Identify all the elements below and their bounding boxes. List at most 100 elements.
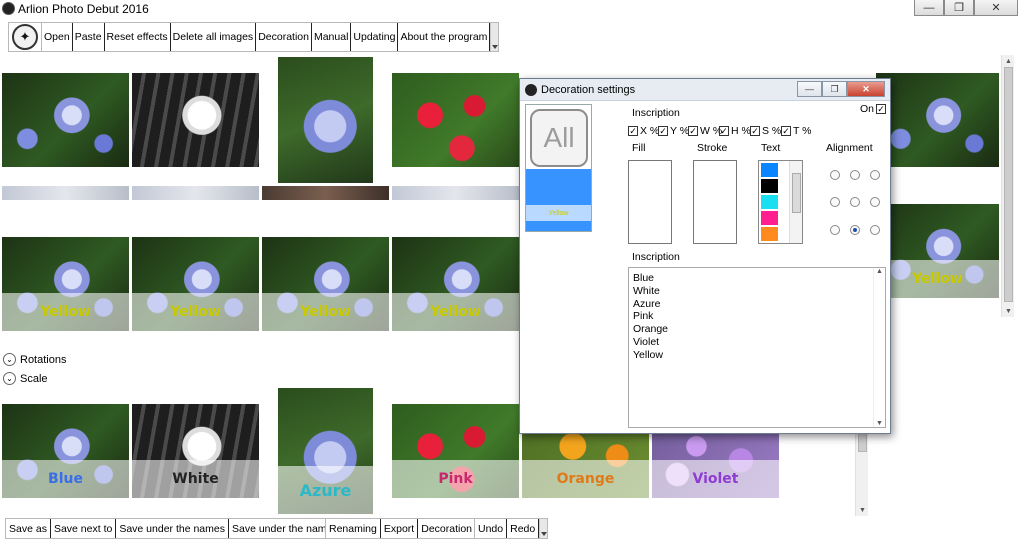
save-next-to-button[interactable]: Save next to [51, 519, 117, 538]
thumbnail-caption: Blue [2, 460, 129, 498]
x-percent-checkbox[interactable]: ✓ X % [628, 125, 659, 137]
preset-list[interactable]: All Yellow [525, 104, 592, 232]
blue-preset[interactable]: Yellow [526, 169, 591, 231]
w-percent-checkbox[interactable]: ✓ W % [688, 125, 722, 137]
color-swatch[interactable] [761, 179, 778, 193]
scroll-down-icon[interactable]: ▼ [876, 420, 883, 427]
list-scrollbar[interactable]: ▲ ▼ [873, 268, 885, 427]
align-bottom-right-radio[interactable] [870, 225, 880, 235]
delete-all-images-button[interactable]: Delete all images [170, 23, 257, 51]
checkbox-label: T % [793, 125, 812, 137]
camera-icon: ✦ [12, 24, 38, 50]
text-color-list[interactable] [758, 160, 803, 244]
scale-expander[interactable]: ⌄ Scale [3, 372, 48, 385]
scroll-up-icon[interactable]: ▲ [1002, 55, 1015, 67]
image-thumbnail[interactable]: Yellow [876, 204, 999, 298]
list-item[interactable]: Azure [633, 298, 668, 311]
image-thumbnail[interactable]: White [132, 404, 259, 498]
image-thumbnail[interactable] [876, 73, 999, 167]
align-top-right-radio[interactable] [870, 170, 880, 180]
decoration-button[interactable]: Decoration [256, 23, 312, 51]
color-swatch[interactable] [761, 195, 778, 209]
app-logo-button[interactable]: ✦ [9, 23, 42, 51]
check-icon: ✓ [628, 126, 638, 136]
t-percent-checkbox[interactable]: ✓ T % [781, 125, 811, 137]
align-top-center-radio[interactable] [850, 170, 860, 180]
on-checkbox[interactable]: On ✓ [860, 103, 888, 115]
color-swatch[interactable] [761, 163, 778, 177]
color-swatch[interactable] [761, 211, 778, 225]
image-thumbnail[interactable] [2, 73, 129, 167]
image-thumbnail[interactable]: Pink [392, 404, 519, 498]
toolbar-overflow-grip[interactable] [490, 23, 499, 51]
fill-color-list[interactable] [628, 160, 672, 244]
scrollbar-thumb[interactable] [792, 173, 801, 213]
manual-button[interactable]: Manual [311, 23, 352, 51]
scroll-down-icon[interactable]: ▼ [856, 504, 869, 516]
gallery-scrollbar[interactable]: ▲ ▼ [1001, 55, 1014, 317]
minimize-button[interactable]: — [914, 0, 944, 16]
dialog-maximize-button[interactable]: ❐ [822, 81, 847, 97]
scroll-down-icon[interactable]: ▼ [1002, 305, 1015, 317]
check-icon: ✓ [688, 126, 698, 136]
save-as-button[interactable]: Save as [6, 519, 51, 538]
reset-effects-button[interactable]: Reset effects [104, 23, 171, 51]
open-button[interactable]: Open [42, 23, 73, 51]
all-preset[interactable]: All [530, 109, 588, 167]
updating-button[interactable]: Updating [351, 23, 399, 51]
image-thumbnail[interactable]: Azure [278, 388, 373, 514]
dialog-minimize-button[interactable]: — [797, 81, 822, 97]
checkbox-label: H % [731, 125, 751, 137]
image-thumbnail[interactable] [392, 73, 519, 167]
color-swatch[interactable] [761, 227, 778, 241]
list-item[interactable]: Pink [633, 310, 668, 323]
align-bottom-center-radio[interactable] [850, 225, 860, 235]
redo-button[interactable]: Redo [507, 519, 540, 538]
renaming-button[interactable]: Renaming [326, 519, 381, 538]
palette-scrollbar[interactable] [789, 161, 802, 243]
scroll-up-icon[interactable]: ▲ [876, 268, 883, 275]
scrollbar-thumb[interactable] [1004, 67, 1013, 302]
image-strip [262, 186, 389, 200]
image-thumbnail[interactable] [278, 57, 373, 183]
align-middle-right-radio[interactable] [870, 197, 880, 207]
about-program-button[interactable]: About the program [398, 23, 491, 51]
list-item[interactable]: Yellow [633, 349, 668, 362]
undo-button[interactable]: Undo [475, 519, 508, 538]
export-button[interactable]: Export [381, 519, 419, 538]
lower-scrollbar[interactable]: ▼ [855, 420, 868, 516]
dialog-close-button[interactable]: ✕ [847, 81, 885, 97]
image-strip [2, 186, 129, 200]
image-thumbnail[interactable]: Yellow [392, 237, 519, 331]
align-middle-left-radio[interactable] [830, 197, 840, 207]
align-top-left-radio[interactable] [830, 170, 840, 180]
paste-button[interactable]: Paste [72, 23, 105, 51]
image-thumbnail[interactable] [132, 73, 259, 167]
alignment-label: Alignment [826, 142, 873, 154]
list-item[interactable]: White [633, 285, 668, 298]
toolbar-overflow-grip[interactable] [539, 519, 548, 538]
dialog-title-bar[interactable]: Decoration settings — ❐ ✕ [520, 79, 890, 101]
inscription-list[interactable]: Blue White Azure Pink Orange Violet Yell… [628, 267, 886, 428]
s-percent-checkbox[interactable]: ✓ S % [750, 125, 781, 137]
list-item[interactable]: Orange [633, 323, 668, 336]
restore-button[interactable]: ❐ [944, 0, 974, 16]
checkbox-label: X % [640, 125, 660, 137]
rotations-expander[interactable]: ⌄ Rotations [3, 353, 66, 366]
align-middle-center-radio[interactable] [850, 197, 860, 207]
window-title: Arlion Photo Debut 2016 [18, 2, 149, 16]
image-thumbnail[interactable]: Blue [2, 404, 129, 498]
image-thumbnail[interactable]: Yellow [2, 237, 129, 331]
stroke-color-list[interactable] [693, 160, 737, 244]
decoration-bottom-button[interactable]: Decoration [418, 519, 477, 538]
list-item[interactable]: Violet [633, 336, 668, 349]
y-percent-checkbox[interactable]: ✓ Y % [658, 125, 689, 137]
image-thumbnail[interactable]: Yellow [132, 237, 259, 331]
save-under-names-button[interactable]: Save under the names [116, 519, 229, 538]
h-percent-checkbox[interactable]: ✓ H % [719, 125, 751, 137]
list-item[interactable]: Blue [633, 272, 668, 285]
image-thumbnail[interactable]: Yellow [262, 237, 389, 331]
close-button[interactable]: ✕ [974, 0, 1018, 16]
checkbox-label: S % [762, 125, 782, 137]
align-bottom-left-radio[interactable] [830, 225, 840, 235]
